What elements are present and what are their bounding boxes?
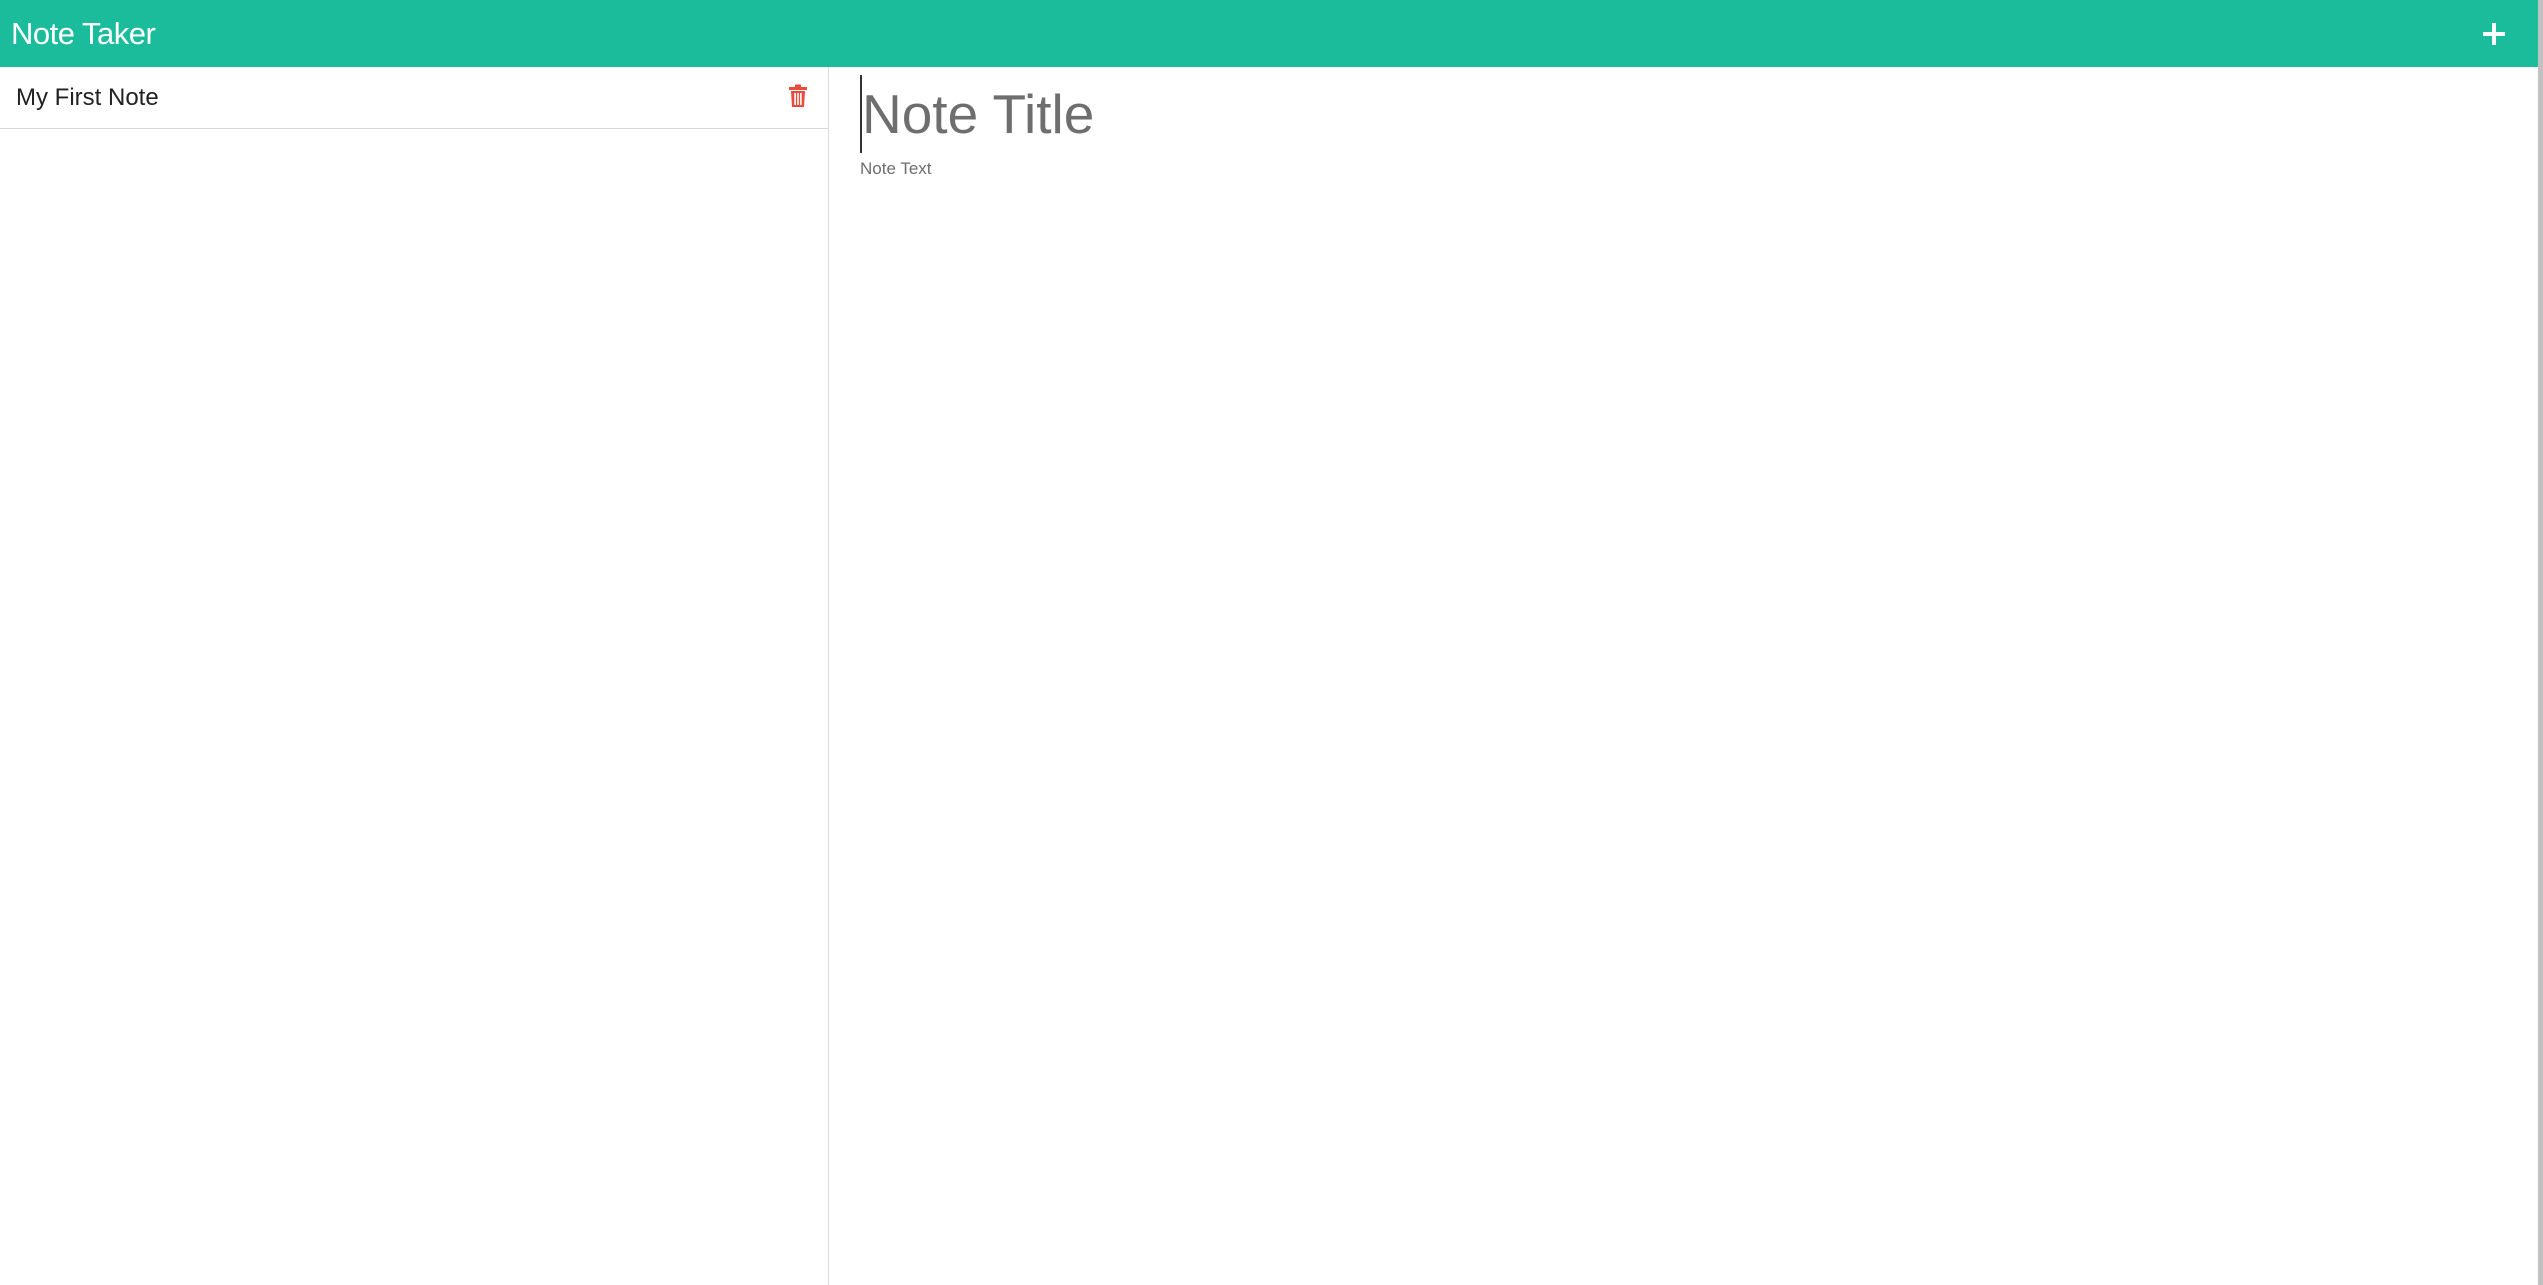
note-title-input[interactable] [860,75,2460,153]
notes-sidebar: My First Note [0,67,829,1285]
trash-icon[interactable] [788,84,808,108]
navbar: Note Taker [0,0,2538,67]
note-editor [830,67,2538,1285]
scrollbar-thumb[interactable] [2538,0,2543,1285]
new-note-button[interactable] [2470,10,2518,58]
plus-icon [2483,22,2505,45]
list-item[interactable]: My First Note [0,67,828,129]
brand-title[interactable]: Note Taker [11,16,156,52]
note-list-title[interactable]: My First Note [16,84,159,112]
note-text-area[interactable] [860,159,2460,1159]
